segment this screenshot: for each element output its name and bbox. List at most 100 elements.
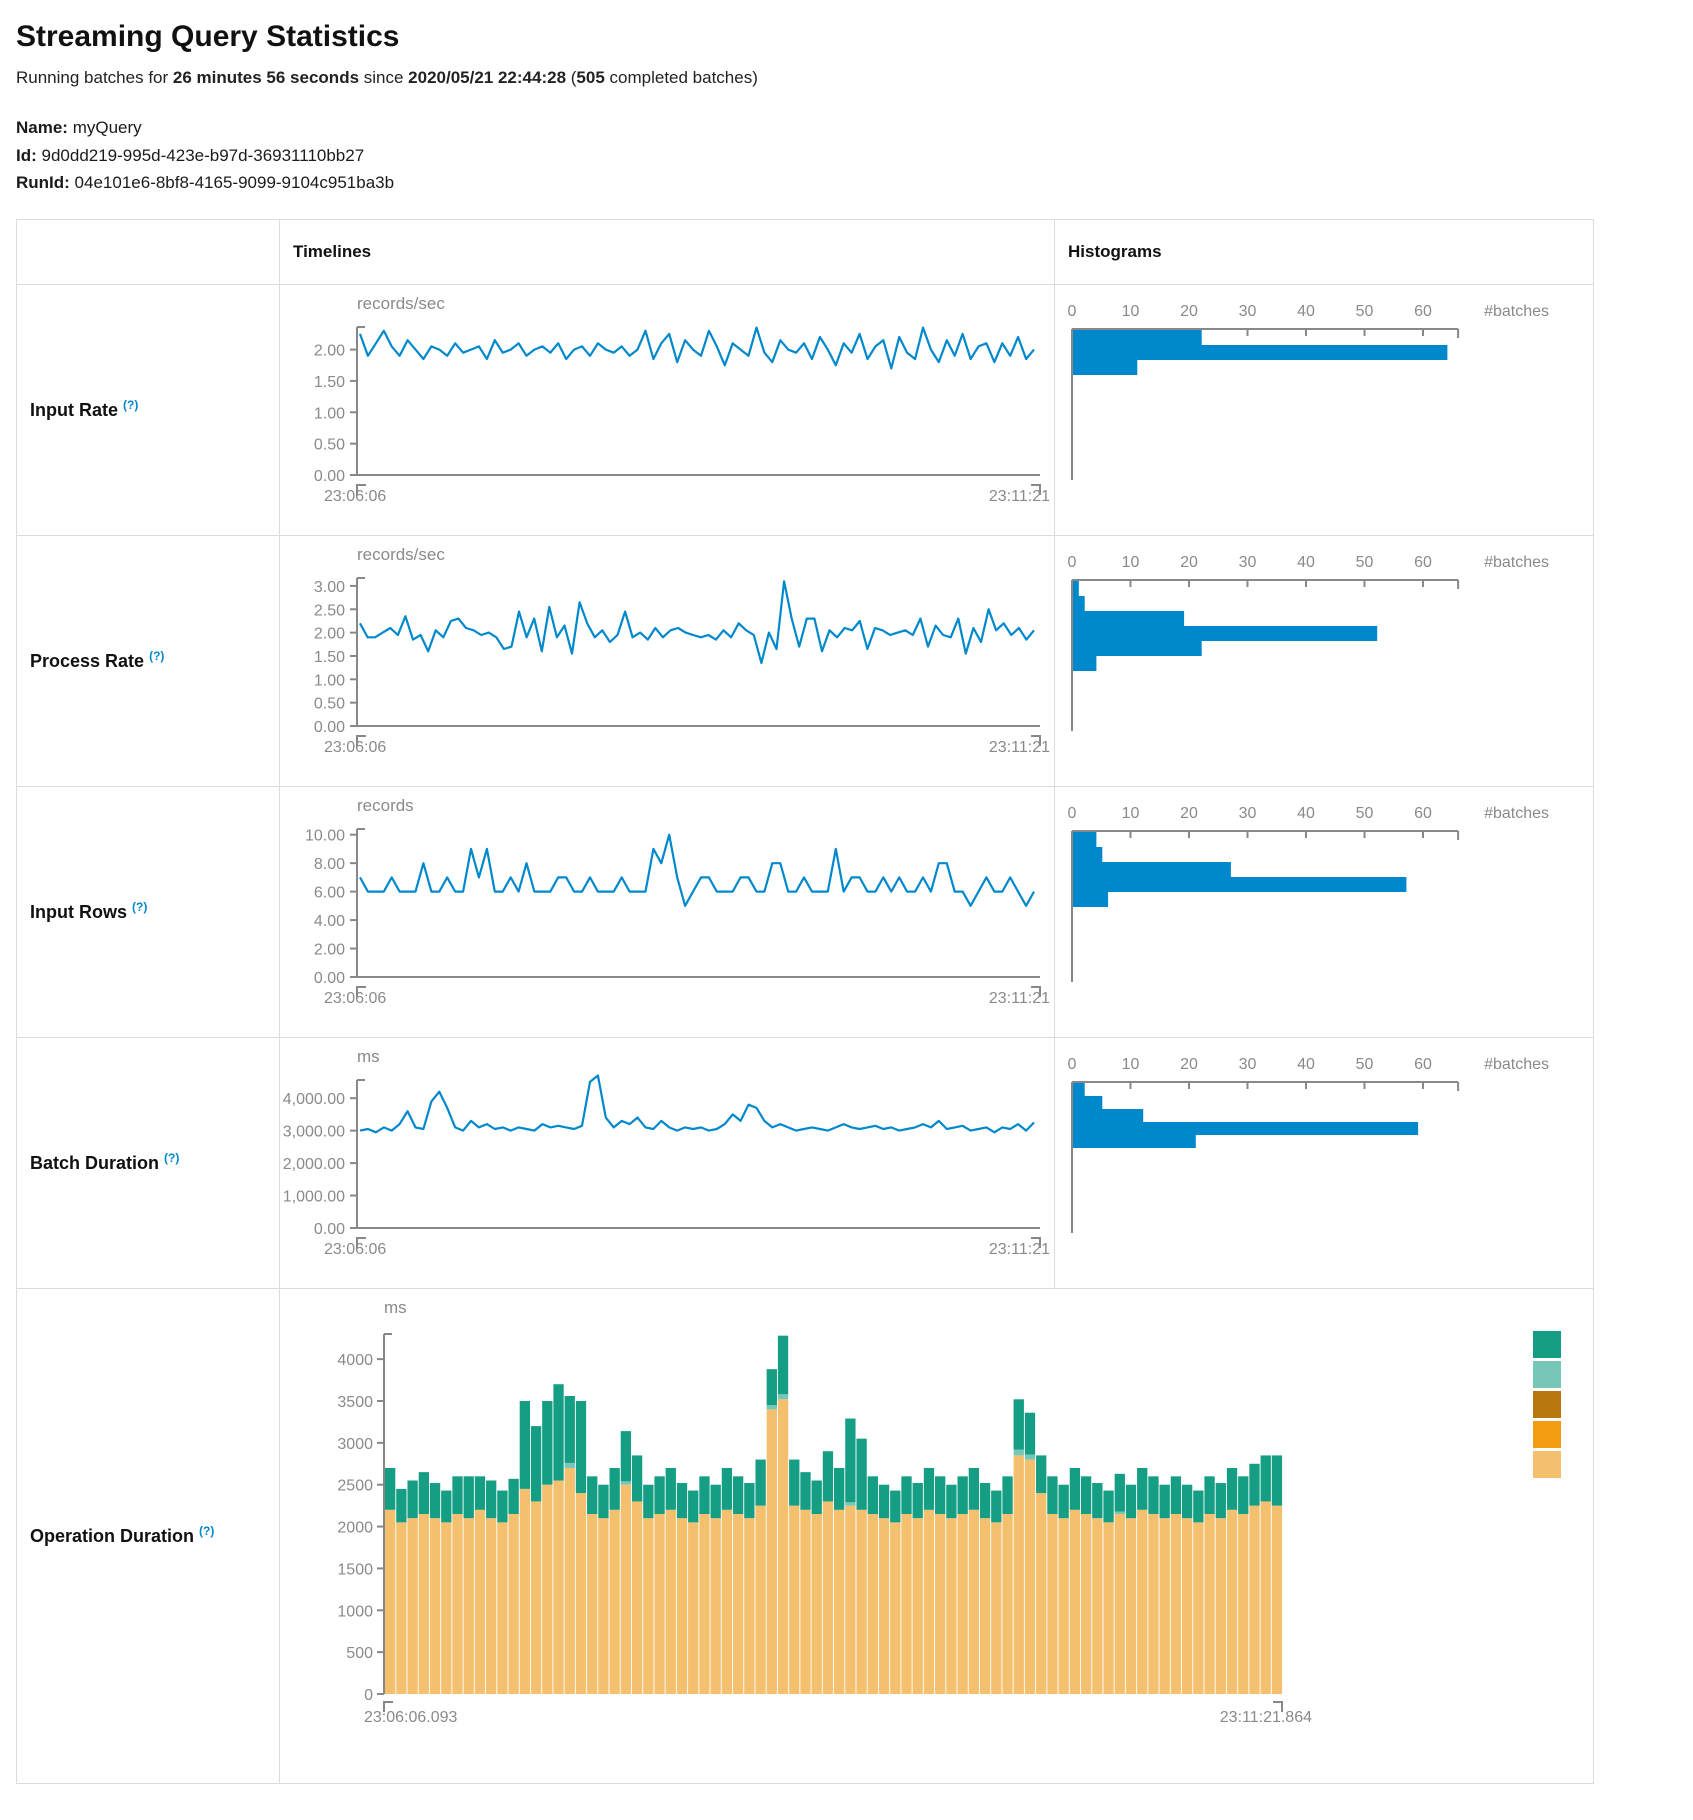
svg-text:10: 10 bbox=[1122, 1056, 1140, 1073]
svg-text:40: 40 bbox=[1297, 554, 1315, 571]
running-duration: 26 minutes 56 seconds bbox=[173, 68, 359, 87]
svg-text:23:06:06.093: 23:06:06.093 bbox=[364, 1709, 458, 1726]
legend-swatch-orange bbox=[1533, 1421, 1561, 1448]
input-rate-timeline-chart: records/sec0.000.501.001.502.0023:06:062… bbox=[280, 284, 1055, 535]
svg-text:10: 10 bbox=[1122, 805, 1140, 822]
svg-text:50: 50 bbox=[1356, 805, 1374, 822]
svg-text:#batches: #batches bbox=[1484, 1056, 1549, 1073]
query-id-line: Id: 9d0dd219-995d-423e-b97d-36931110bb27 bbox=[16, 142, 1677, 170]
svg-text:records/sec: records/sec bbox=[357, 294, 445, 313]
row-label-batch-duration: Batch Duration (?) bbox=[17, 1037, 280, 1288]
svg-text:10: 10 bbox=[1122, 303, 1140, 320]
svg-text:10: 10 bbox=[1122, 554, 1140, 571]
input-rows-help-icon[interactable]: (?) bbox=[132, 900, 147, 914]
svg-text:40: 40 bbox=[1297, 1056, 1315, 1073]
svg-text:23:11:21: 23:11:21 bbox=[989, 488, 1050, 505]
running-batches-summary: Running batches for 26 minutes 56 second… bbox=[16, 68, 1677, 88]
batch-duration-help-icon[interactable]: (?) bbox=[164, 1151, 179, 1165]
row-label-input-rows: Input Rows (?) bbox=[17, 786, 280, 1037]
legend-swatch-tan bbox=[1533, 1451, 1561, 1478]
svg-text:0: 0 bbox=[1068, 1056, 1077, 1073]
svg-text:ms: ms bbox=[384, 1298, 407, 1317]
row-label-input-rate: Input Rate (?) bbox=[17, 284, 280, 535]
legend-swatch-dark-gold bbox=[1533, 1391, 1561, 1418]
svg-text:0.00: 0.00 bbox=[314, 970, 345, 987]
svg-text:0.50: 0.50 bbox=[314, 695, 345, 712]
svg-text:30: 30 bbox=[1239, 805, 1257, 822]
svg-text:1.50: 1.50 bbox=[314, 374, 345, 391]
svg-text:23:11:21: 23:11:21 bbox=[989, 739, 1050, 756]
svg-text:40: 40 bbox=[1297, 303, 1315, 320]
svg-text:0.50: 0.50 bbox=[314, 436, 345, 453]
svg-text:0.00: 0.00 bbox=[314, 719, 345, 736]
svg-text:23:11:21: 23:11:21 bbox=[989, 1241, 1050, 1258]
header-empty-cell bbox=[17, 219, 280, 284]
svg-text:40: 40 bbox=[1297, 805, 1315, 822]
process-rate-help-icon[interactable]: (?) bbox=[149, 649, 164, 663]
input-rate-help-icon[interactable]: (?) bbox=[123, 398, 138, 412]
svg-text:20: 20 bbox=[1180, 303, 1198, 320]
svg-text:23:06:06: 23:06:06 bbox=[324, 990, 386, 1007]
input-rate-histogram-chart: 0102030405060#batches bbox=[1055, 284, 1594, 535]
svg-text:records/sec: records/sec bbox=[357, 545, 445, 564]
svg-text:30: 30 bbox=[1239, 1056, 1257, 1073]
table-row-input-rows: Input Rows (?) records 0.00 2.00 4.00 6.00 8.… bbox=[17, 786, 1594, 1037]
table-row-operation-duration: Operation Duration (?) ms050010001500200… bbox=[17, 1288, 1594, 1783]
svg-text:60: 60 bbox=[1414, 805, 1432, 822]
svg-text:3,000.00: 3,000.00 bbox=[283, 1123, 345, 1140]
svg-text:60: 60 bbox=[1414, 554, 1432, 571]
svg-text:50: 50 bbox=[1356, 1056, 1374, 1073]
svg-text:#batches: #batches bbox=[1484, 303, 1549, 320]
svg-text:#batches: #batches bbox=[1484, 805, 1549, 822]
row-label-process-rate: Process Rate (?) bbox=[17, 535, 280, 786]
svg-text:4000: 4000 bbox=[337, 1352, 373, 1369]
svg-text:0: 0 bbox=[1068, 805, 1077, 822]
operation-duration-chart: ms0500100015002000250030003500400023:06:… bbox=[280, 1288, 1594, 1783]
svg-text:8.00: 8.00 bbox=[314, 856, 345, 873]
svg-text:0: 0 bbox=[1068, 303, 1077, 320]
input-rows-timeline-chart: records0.002.004.006.008.0010.0023:06:06… bbox=[280, 786, 1055, 1037]
start-time: 2020/05/21 22:44:28 bbox=[408, 68, 566, 87]
operation-duration-legend bbox=[1533, 1331, 1561, 1478]
svg-text:3000: 3000 bbox=[337, 1435, 373, 1452]
svg-text:1.00: 1.00 bbox=[314, 672, 345, 689]
table-header-row: Timelines Histograms bbox=[17, 219, 1594, 284]
process-rate-histogram-chart: 0102030405060#batches bbox=[1055, 535, 1594, 786]
page-title: Streaming Query Statistics bbox=[16, 20, 1677, 54]
svg-text:0: 0 bbox=[364, 1687, 373, 1704]
header-histograms: Histograms bbox=[1055, 219, 1594, 284]
svg-text:2.00: 2.00 bbox=[314, 941, 345, 958]
svg-text:23:06:06: 23:06:06 bbox=[324, 488, 386, 505]
svg-text:60: 60 bbox=[1414, 303, 1432, 320]
svg-text:6.00: 6.00 bbox=[314, 884, 345, 901]
header-timelines: Timelines bbox=[280, 219, 1055, 284]
svg-text:0.00: 0.00 bbox=[314, 1221, 345, 1238]
svg-text:0: 0 bbox=[1068, 554, 1077, 571]
query-metadata: Name: myQuery Id: 9d0dd219-995d-423e-b97… bbox=[16, 114, 1677, 197]
svg-text:#batches: #batches bbox=[1484, 554, 1549, 571]
svg-text:500: 500 bbox=[346, 1645, 373, 1662]
query-runid-line: RunId: 04e101e6-8bf8-4165-9099-9104c951b… bbox=[16, 169, 1677, 197]
svg-text:20: 20 bbox=[1180, 554, 1198, 571]
svg-text:60: 60 bbox=[1414, 1056, 1432, 1073]
svg-text:3500: 3500 bbox=[337, 1394, 373, 1411]
svg-text:records: records bbox=[357, 796, 414, 815]
svg-text:1000: 1000 bbox=[337, 1603, 373, 1620]
svg-text:1,000.00: 1,000.00 bbox=[283, 1188, 345, 1205]
statistics-table: Timelines Histograms Input Rate (?) reco… bbox=[16, 219, 1594, 1784]
svg-text:30: 30 bbox=[1239, 303, 1257, 320]
svg-text:4.00: 4.00 bbox=[314, 913, 345, 930]
svg-text:2.00: 2.00 bbox=[314, 342, 345, 359]
svg-text:1.50: 1.50 bbox=[314, 649, 345, 666]
input-rows-histogram-chart: 0102030405060#batches bbox=[1055, 786, 1594, 1037]
completed-batches-count: 505 bbox=[576, 68, 604, 87]
table-row-input-rate: Input Rate (?) records/sec0.000.501.001.… bbox=[17, 284, 1594, 535]
batch-duration-histogram-chart: 0 10 20 30 40 50 60 #batches bbox=[1055, 1037, 1594, 1288]
svg-text:30: 30 bbox=[1239, 554, 1257, 571]
operation-duration-help-icon[interactable]: (?) bbox=[199, 1524, 214, 1538]
svg-text:3.00: 3.00 bbox=[314, 579, 345, 596]
table-row-batch-duration: Batch Duration (?) ms0.001,000.002,000.0… bbox=[17, 1037, 1594, 1288]
batch-duration-timeline-chart: ms0.001,000.002,000.003,000.004,000.0023… bbox=[280, 1037, 1055, 1288]
svg-text:20: 20 bbox=[1180, 1056, 1198, 1073]
svg-text:2.50: 2.50 bbox=[314, 602, 345, 619]
